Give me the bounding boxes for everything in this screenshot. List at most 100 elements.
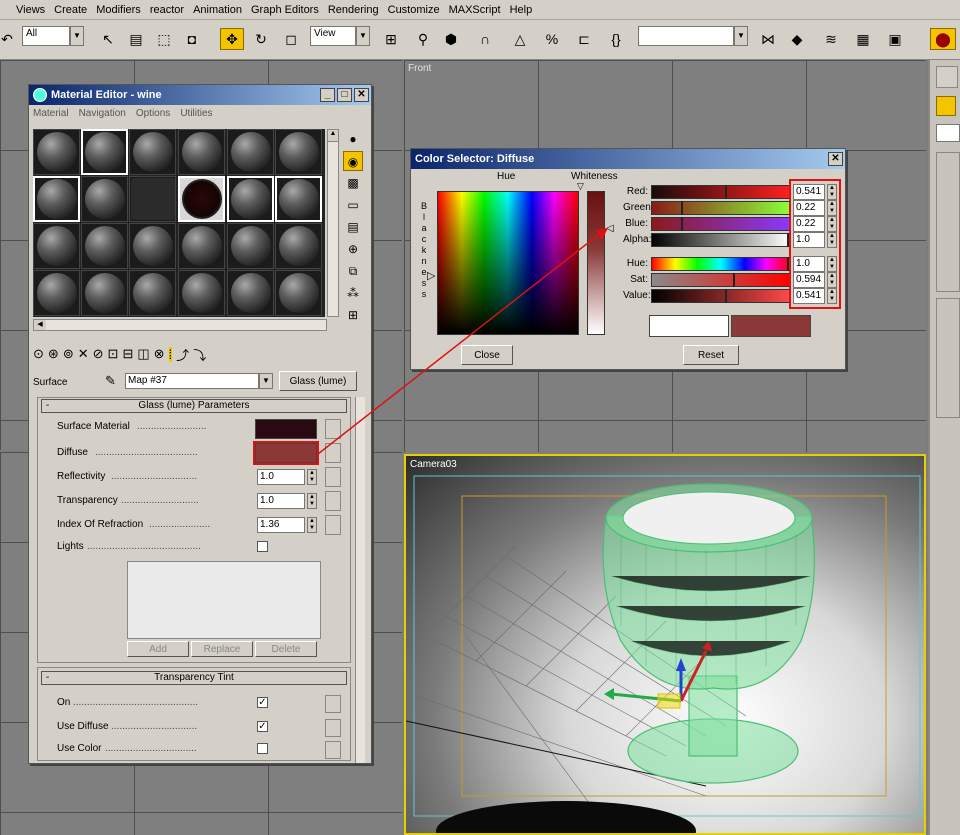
sample-slot[interactable] <box>33 223 80 269</box>
reset-map-icon[interactable]: ✕ <box>78 346 89 362</box>
geometry-icon[interactable] <box>936 96 956 116</box>
select-by-name-icon[interactable]: ▤ <box>126 28 146 50</box>
menu-customize[interactable]: Customize <box>388 4 440 16</box>
object-type-dropdown[interactable] <box>936 124 960 142</box>
reset-button[interactable]: Reset <box>683 345 739 365</box>
sample-slot[interactable] <box>275 270 322 316</box>
show-end-result-icon[interactable]: ⁞ <box>168 346 173 362</box>
sample-slot[interactable] <box>178 223 225 269</box>
window-crossing-icon[interactable]: ◘ <box>182 28 202 50</box>
menu-graph-editors[interactable]: Graph Editors <box>251 4 319 16</box>
viewport-label-front[interactable]: Front <box>408 63 431 74</box>
sample-slot[interactable] <box>178 129 225 175</box>
make-unique-icon[interactable]: ⊡ <box>108 346 119 362</box>
options-icon[interactable]: ⧉ <box>343 261 363 281</box>
diffuse-map-button[interactable] <box>325 443 341 463</box>
use-color-checkbox[interactable] <box>257 743 268 754</box>
reference-coordinate-dropdown[interactable]: View <box>310 26 356 46</box>
select-by-material-icon[interactable]: ⁂ <box>343 283 363 303</box>
named-selection-icon[interactable]: {} <box>604 28 628 50</box>
sample-slot[interactable] <box>81 176 128 222</box>
index-of-refraction-map-button[interactable] <box>325 515 341 535</box>
sample-slot[interactable] <box>227 223 274 269</box>
value-slider[interactable] <box>651 289 791 303</box>
slots-vertical-scrollbar[interactable]: ▲ <box>327 129 339 317</box>
blackness-marker-icon[interactable]: ▷ <box>427 269 435 282</box>
object-type-rollout[interactable] <box>936 152 960 292</box>
pivot-center-icon[interactable]: ⊞ <box>380 28 402 50</box>
selection-filter-dropdown[interactable]: All <box>22 26 70 46</box>
sample-slot[interactable] <box>81 223 128 269</box>
chevron-down-icon[interactable]: ▼ <box>259 373 273 389</box>
params-rollout-header[interactable]: - Glass (lume) Parameters <box>41 399 347 413</box>
layer-manager-icon[interactable]: ≋ <box>820 28 842 50</box>
spinner-snap-icon[interactable]: ⊏ <box>572 28 596 50</box>
sample-slot[interactable] <box>129 176 176 222</box>
sample-slot[interactable] <box>33 270 80 316</box>
menu-animation[interactable]: Animation <box>193 4 242 16</box>
sample-slot[interactable] <box>275 223 322 269</box>
original-color-swatch[interactable] <box>649 315 729 337</box>
active-sample-slot[interactable] <box>178 176 225 222</box>
make-copy-icon[interactable]: ⊘ <box>93 346 104 362</box>
name-color-rollout[interactable] <box>936 298 960 418</box>
background-icon[interactable]: ▩ <box>343 173 363 193</box>
sample-slot[interactable] <box>178 270 225 316</box>
hue-slider[interactable] <box>651 257 791 271</box>
use-color-map-button[interactable] <box>325 741 341 759</box>
sample-slot[interactable] <box>227 176 274 222</box>
sample-slot[interactable] <box>81 270 128 316</box>
menu-rendering[interactable]: Rendering <box>328 4 379 16</box>
put-to-scene-icon[interactable]: ⊛ <box>48 346 59 362</box>
menu-material[interactable]: Material <box>33 108 69 119</box>
maximize-icon[interactable]: □ <box>337 88 352 102</box>
percent-snap-icon[interactable]: % <box>540 28 564 50</box>
menu-navigation[interactable]: Navigation <box>79 108 126 119</box>
snaps-toggle-icon[interactable]: ∩ <box>474 28 496 50</box>
sample-slot[interactable] <box>129 270 176 316</box>
add-button[interactable]: Add <box>127 641 189 657</box>
undo-icon[interactable]: ↶ <box>0 28 14 50</box>
backlight-icon[interactable]: ◉ <box>343 151 363 171</box>
material-editor-icon[interactable]: ⬤ <box>930 28 956 50</box>
keyboard-shortcut-icon[interactable]: ⬢ <box>440 28 462 50</box>
tint-rollout-header[interactable]: - Transparency Tint <box>41 671 347 685</box>
close-button[interactable]: Close <box>461 345 513 365</box>
select-and-scale-icon[interactable]: ◻ <box>280 28 302 50</box>
material-editor-titlebar[interactable]: Material Editor - wine _ □ ✕ <box>29 85 371 105</box>
params-scrollbar[interactable] <box>355 397 365 763</box>
show-map-in-viewport-icon[interactable]: ⊗ <box>154 346 165 362</box>
mirror-icon[interactable]: ⋈ <box>756 28 780 50</box>
menu-options[interactable]: Options <box>136 108 170 119</box>
select-and-move-icon[interactable]: ✥ <box>220 28 244 50</box>
transparency-spinner[interactable]: ▲ ▼ <box>307 493 317 509</box>
index-of-refraction-spinner[interactable]: ▲ ▼ <box>307 517 317 533</box>
tint-on-checkbox[interactable]: ✓ <box>257 697 268 708</box>
go-to-parent-icon[interactable]: ⤴ <box>176 345 189 364</box>
camera-viewport[interactable]: Camera03 <box>404 454 926 835</box>
pick-material-icon[interactable]: ✎ <box>105 373 116 389</box>
chevron-down-icon[interactable]: ▼ <box>356 26 370 46</box>
alpha-slider[interactable] <box>651 233 791 247</box>
hue-blackness-picker[interactable] <box>437 191 579 335</box>
surface-material-swatch[interactable] <box>255 419 317 439</box>
sample-slot[interactable] <box>33 176 80 222</box>
menu-reactor[interactable]: reactor <box>150 4 184 16</box>
get-material-icon[interactable]: ⊙ <box>33 346 44 362</box>
index-of-refraction-field[interactable]: 1.36 <box>257 517 305 533</box>
menu-maxscript[interactable]: MAXScript <box>449 4 501 16</box>
go-forward-to-sibling-icon[interactable]: ⤵ <box>193 345 206 364</box>
chevron-down-icon[interactable]: ▼ <box>734 26 748 46</box>
select-object-icon[interactable]: ↖ <box>98 28 118 50</box>
sample-slot[interactable] <box>275 129 322 175</box>
color-selector-titlebar[interactable]: Color Selector: Diffuse ✕ <box>411 149 845 169</box>
delete-button[interactable]: Delete <box>255 641 317 657</box>
surface-material-map-button[interactable] <box>325 419 341 439</box>
collapse-icon[interactable]: - <box>46 400 49 412</box>
sample-slot[interactable] <box>81 129 128 175</box>
menu-utilities[interactable]: Utilities <box>180 108 212 119</box>
chevron-down-icon[interactable]: ▼ <box>70 26 84 46</box>
collapse-icon[interactable]: - <box>46 672 49 684</box>
select-and-manipulate-icon[interactable]: ⚲ <box>412 28 434 50</box>
lights-checkbox[interactable] <box>257 541 268 552</box>
